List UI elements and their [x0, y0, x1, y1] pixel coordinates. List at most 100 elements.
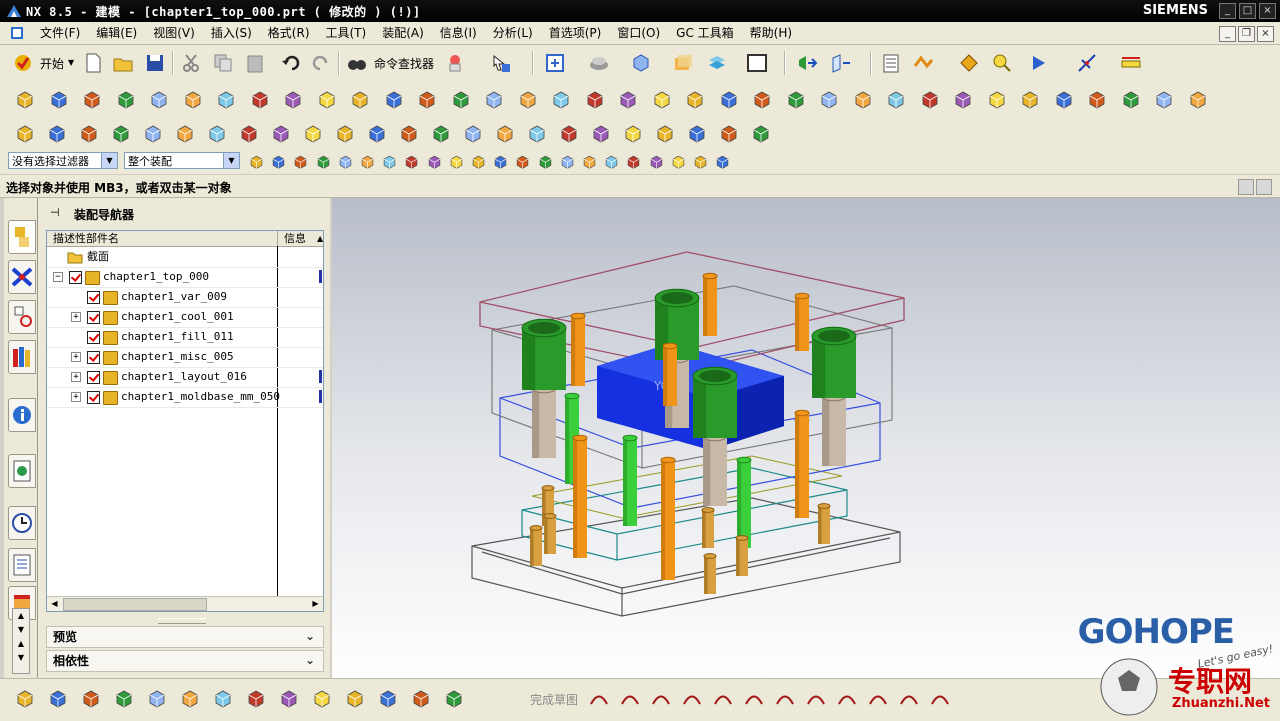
view-manager-icon[interactable] — [366, 122, 388, 144]
assembly-navigator-tab[interactable] — [8, 220, 36, 254]
paste-icon[interactable] — [244, 52, 266, 74]
move-component-icon[interactable] — [796, 52, 818, 74]
mold-design-icon[interactable] — [494, 122, 516, 144]
part-check-icon[interactable] — [462, 122, 484, 144]
end-point-icon[interactable] — [292, 153, 309, 170]
assembly-drawing-icon[interactable] — [430, 122, 452, 144]
checkbox[interactable] — [69, 271, 82, 284]
snap-point-icon[interactable] — [514, 153, 531, 170]
slider-icon[interactable] — [249, 88, 271, 110]
close-button[interactable]: × — [1259, 3, 1276, 19]
undo-icon[interactable] — [280, 52, 302, 74]
selection-scope-select[interactable]: 整个装配 ▼ — [124, 152, 240, 169]
part-navigator-tab[interactable] — [8, 300, 36, 334]
view-frame-icon[interactable] — [746, 52, 768, 74]
reference-icon[interactable] — [78, 122, 100, 144]
mate-icon[interactable] — [80, 687, 102, 709]
project-init-icon[interactable] — [1187, 88, 1209, 110]
mold-assembly-model[interactable]: YC — [332, 198, 1280, 678]
split-icon[interactable] — [686, 122, 708, 144]
axis-icon[interactable] — [1076, 52, 1098, 74]
redo-icon[interactable] — [310, 52, 332, 74]
expand-icon[interactable]: + — [71, 352, 81, 362]
checkbox[interactable] — [87, 311, 100, 324]
intersection-icon[interactable] — [603, 153, 620, 170]
checkbox[interactable] — [87, 351, 100, 364]
trim-icon[interactable] — [1086, 88, 1108, 110]
cut-icon[interactable] — [180, 52, 202, 74]
resource-bar-scroll[interactable]: ▲ ▼ ▲ ▼ — [12, 608, 30, 674]
graphics-window[interactable]: YC — [332, 198, 1280, 678]
end-point-icon[interactable] — [537, 153, 554, 170]
subinsert-icon[interactable] — [852, 88, 874, 110]
pocket-icon[interactable] — [1120, 88, 1142, 110]
reposition-icon[interactable] — [146, 687, 168, 709]
trim-body-icon[interactable] — [718, 122, 740, 144]
attach-icon[interactable] — [344, 687, 366, 709]
project-init-icon[interactable] — [617, 88, 639, 110]
start-icon[interactable] — [12, 52, 34, 74]
expand-icon[interactable]: + — [71, 312, 81, 322]
menu-gc-toolkit[interactable]: GC 工具箱 — [668, 25, 742, 41]
mid-point-icon[interactable] — [559, 153, 576, 170]
tree-row[interactable]: + chapter1_misc_005 — [47, 347, 323, 368]
type-filter-select[interactable]: 没有选择过滤器 ▼ — [8, 152, 118, 169]
pocket-icon[interactable] — [550, 88, 572, 110]
filter-icon[interactable] — [492, 153, 509, 170]
render-style-icon[interactable] — [588, 52, 610, 74]
collapse-icon[interactable]: − — [53, 272, 63, 282]
maximize-button[interactable]: □ — [1239, 3, 1256, 19]
tree-row-section[interactable]: 截面 — [47, 247, 323, 268]
dependencies-section[interactable]: 相依性 ⌄ — [46, 650, 324, 672]
tree-row[interactable]: chapter1_var_009 — [47, 287, 323, 308]
checkbox[interactable] — [87, 391, 100, 404]
arc-center-icon[interactable] — [381, 153, 398, 170]
mold-base-icon[interactable] — [718, 88, 740, 110]
surface-patch-icon[interactable] — [483, 88, 505, 110]
fit-view-icon[interactable] — [544, 52, 566, 74]
doc-minimize-button[interactable]: _ — [1219, 26, 1236, 42]
cavity-layout-icon[interactable] — [115, 88, 137, 110]
slider-icon[interactable] — [818, 88, 840, 110]
filter-icon[interactable] — [248, 153, 265, 170]
trim-body-icon[interactable] — [270, 122, 292, 144]
measure-icon[interactable] — [990, 52, 1012, 74]
trim-icon[interactable] — [898, 687, 920, 709]
menu-window[interactable]: 窗口(O) — [609, 25, 668, 41]
menu-insert[interactable]: 插入(S) — [203, 25, 260, 41]
menu-analysis[interactable]: 分析(L) — [485, 25, 541, 41]
bom-icon[interactable] — [750, 122, 772, 144]
split-icon[interactable] — [238, 122, 260, 144]
splitter-handle[interactable] — [158, 618, 206, 624]
electrode-icon[interactable] — [416, 88, 438, 110]
sketch-icon[interactable] — [14, 687, 36, 709]
point-icon[interactable] — [836, 687, 858, 709]
menu-edit[interactable]: 编辑(E) — [88, 25, 145, 41]
menu-help[interactable]: 帮助(H) — [742, 25, 800, 41]
electrode-icon[interactable] — [986, 88, 1008, 110]
line-icon[interactable] — [619, 687, 641, 709]
add-component-icon[interactable] — [113, 687, 135, 709]
checkbox[interactable] — [87, 331, 100, 344]
cavity-layout-icon[interactable] — [684, 88, 706, 110]
assembly-constraint-icon[interactable] — [830, 52, 852, 74]
bounding-box-icon[interactable] — [470, 153, 487, 170]
play-icon[interactable] — [1028, 52, 1050, 74]
clearance-icon[interactable] — [311, 687, 333, 709]
checkbox[interactable] — [87, 291, 100, 304]
minimize-button[interactable]: _ — [1219, 3, 1236, 19]
tree-row[interactable]: chapter1_fill_011 — [47, 327, 323, 348]
web-browser-tab[interactable] — [8, 454, 36, 488]
wcs-icon[interactable] — [110, 122, 132, 144]
region-icon[interactable] — [142, 122, 164, 144]
subinsert-icon[interactable] — [282, 88, 304, 110]
cooling-icon[interactable] — [383, 88, 405, 110]
surface-patch-icon[interactable] — [1053, 88, 1075, 110]
reference-icon[interactable] — [526, 122, 548, 144]
fillet-icon[interactable] — [712, 687, 734, 709]
layer-icon[interactable] — [706, 52, 728, 74]
cooling-tools-icon[interactable] — [398, 122, 420, 144]
history-tab[interactable] — [8, 506, 36, 540]
bom-icon[interactable] — [302, 122, 324, 144]
trim-icon[interactable] — [517, 88, 539, 110]
